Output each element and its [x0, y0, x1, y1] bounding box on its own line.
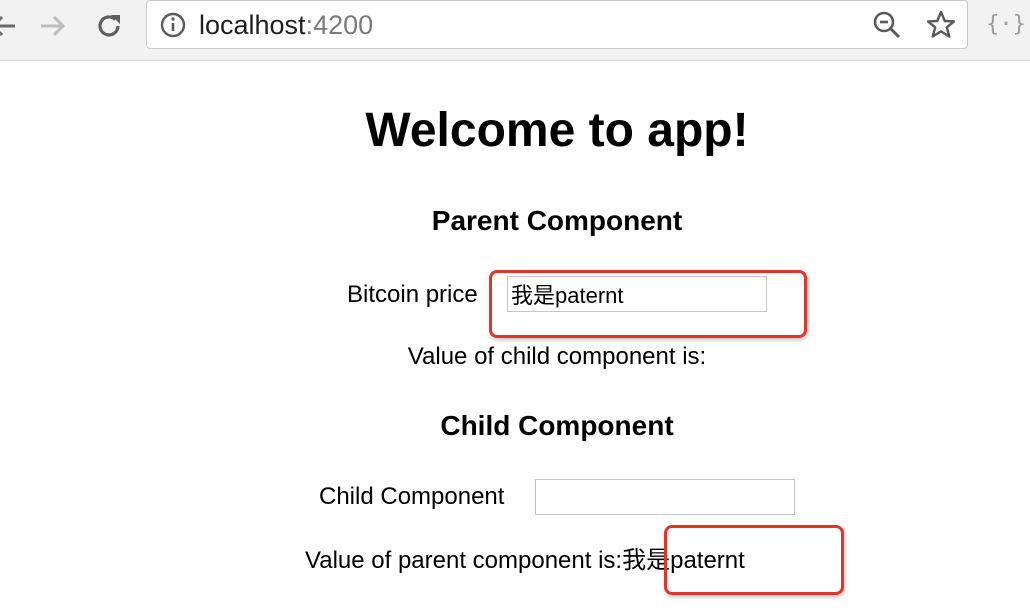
app-page: Welcome to app! Parent Component Bitcoin… [0, 61, 1030, 612]
child-component-input[interactable] [535, 479, 795, 515]
address-bar[interactable]: localhost:4200 [146, 0, 968, 49]
zoom-icon[interactable] [871, 9, 903, 41]
info-icon[interactable] [159, 11, 187, 39]
child-value-label-text: Value of child component is: [407, 343, 707, 370]
child-value-label: Value of child component is: [0, 342, 1030, 372]
annotation-highlight-box [489, 270, 807, 338]
bitcoin-price-label: Bitcoin price [347, 281, 478, 308]
forward-icon[interactable] [34, 8, 70, 44]
annotation-highlight-box [664, 525, 844, 595]
child-component-heading: Child Component [440, 410, 674, 441]
url-host: localhost [199, 10, 306, 40]
browser-toolbar: localhost:4200 {·} [0, 0, 1030, 61]
extension-icon[interactable]: {·} [986, 10, 1026, 40]
page-title: Welcome to app! [365, 104, 749, 157]
child-component-label: Child Component [319, 483, 505, 510]
reload-icon[interactable] [91, 8, 127, 44]
url-port: :4200 [305, 10, 374, 40]
parent-value-label: Value of parent component is: [305, 547, 623, 574]
parent-component-heading: Parent Component [431, 205, 683, 236]
star-icon[interactable] [925, 9, 957, 41]
url-text[interactable]: localhost:4200 [199, 9, 373, 41]
back-icon[interactable] [0, 8, 22, 44]
